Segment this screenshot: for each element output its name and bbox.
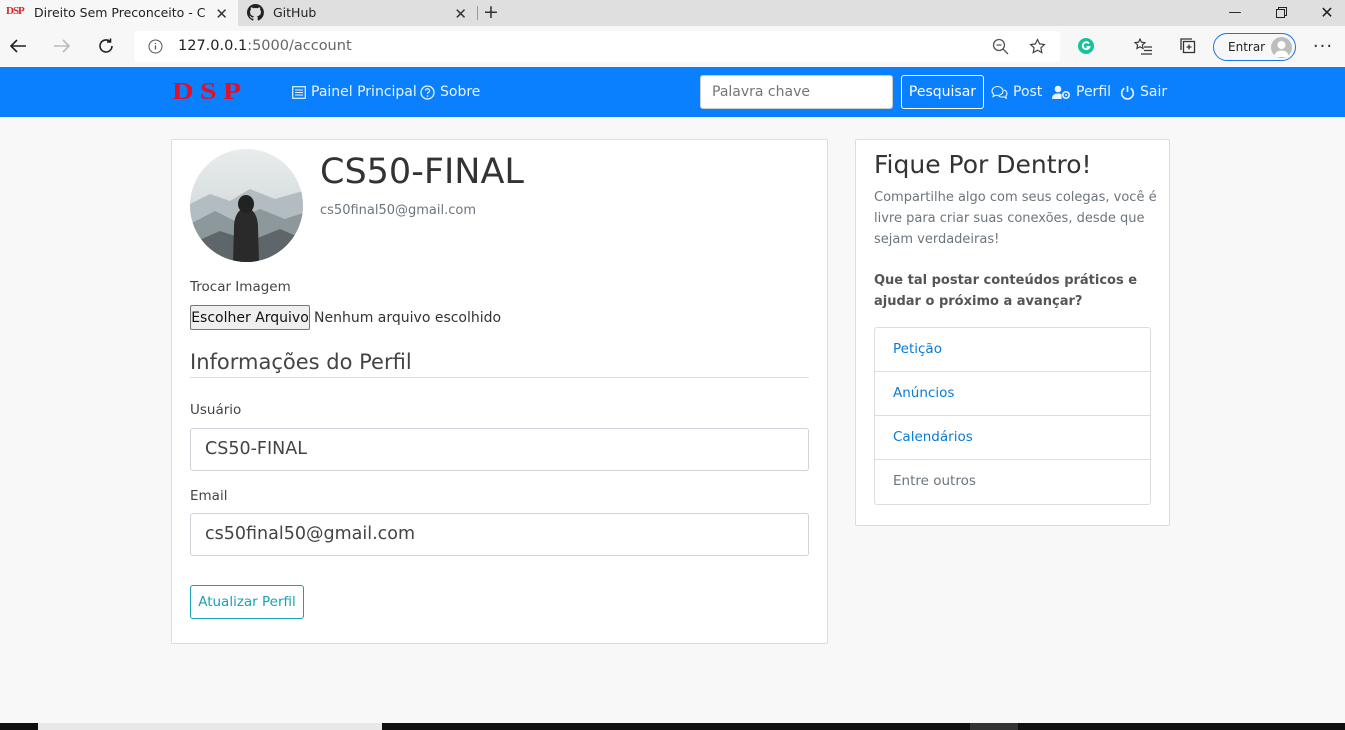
sidebar-title: Fique Por Dentro! [874,150,1092,179]
sidebar-question: Que tal postar conteúdos práticos e ajud… [874,273,1138,309]
tab-github[interactable]: GitHub ✕ [240,0,477,26]
back-icon[interactable] [8,36,28,56]
profile-avatar [190,149,303,262]
refresh-icon[interactable] [96,36,116,56]
collections-icon[interactable] [1178,36,1198,56]
sidebar-item-calendarios[interactable]: Calendários [875,416,1150,460]
file-status-text: Nenhum arquivo escolhido [314,310,502,326]
new-tab-icon[interactable]: + [483,2,499,22]
tab-divider [477,6,478,20]
sidebar-card: Fique Por Dentro! Compartilhe algo com s… [855,139,1170,526]
nav-about-link[interactable]: Sobre [420,84,480,100]
close-tab-icon[interactable]: ✕ [215,5,228,23]
email-label: Email [190,488,228,504]
email-field[interactable]: cs50final50@gmail.com [190,513,809,556]
sidebar-item-anuncios[interactable]: Anúncios [875,372,1150,416]
nav-post-link[interactable]: Post [991,84,1042,100]
comments-icon [991,85,1013,99]
favorites-icon[interactable] [1133,36,1153,56]
choose-file-button[interactable]: Escolher Arquivo [190,305,310,330]
dsp-favicon-icon: DSP [6,5,25,17]
taskbar-app[interactable] [970,723,1018,730]
restore-icon[interactable] [1258,0,1304,24]
sidebar-list: Petição Anúncios Calendários Entre outro… [874,327,1151,505]
profile-info-heading: Informações do Perfil [190,350,809,378]
tab-account[interactable]: DSP Direito Sem Preconceito - Conta ✕ [0,0,238,26]
change-image-label: Trocar Imagem [190,279,291,295]
sign-in-label: Entrar [1228,40,1266,54]
zoom-icon[interactable] [992,38,1009,55]
favorite-star-icon[interactable] [1029,38,1046,55]
url-text: 127.0.0.1:5000/account [178,38,352,54]
info-icon[interactable] [148,39,163,54]
sidebar-text: Compartilhe algo com seus colegas, você … [874,190,1157,247]
tab-title: GitHub [273,5,317,20]
site-navbar: DSP Painel Principal Sobre Pesquisar Pos… [0,67,1345,117]
update-profile-button[interactable]: Atualizar Perfil [190,585,304,619]
tab-title: Direito Sem Preconceito - Conta [34,5,206,20]
close-window-icon[interactable]: ✕ [1304,0,1345,24]
profile-avatar-icon [1271,37,1292,58]
github-icon [247,4,264,21]
username-label: Usuário [190,402,242,418]
brand-logo[interactable]: DSP [172,79,247,106]
nav-profile-link[interactable]: Perfil [1052,84,1111,100]
power-icon [1120,85,1140,100]
profile-card: CS50-FINAL cs50final50@gmail.com Trocar … [171,139,828,644]
search-button[interactable]: Pesquisar [901,75,984,109]
user-cog-icon [1052,85,1076,99]
address-bar[interactable]: 127.0.0.1:5000/account [134,31,1060,62]
taskbar-active-app[interactable] [38,723,382,730]
profile-email-text: cs50final50@gmail.com [320,203,477,218]
browser-toolbar: 127.0.0.1:5000/account Entrar ··· [0,26,1345,67]
nav-logout-link[interactable]: Sair [1120,84,1167,100]
browser-tab-bar: DSP Direito Sem Preconceito - Conta ✕ Gi… [0,0,1345,26]
search-input[interactable] [700,75,893,109]
os-taskbar [0,723,1345,730]
forward-icon[interactable] [52,36,72,56]
newspaper-icon [292,85,311,99]
question-circle-icon [420,84,440,100]
sidebar-item-entre-outros: Entre outros [893,473,976,489]
profile-username-heading: CS50-FINAL [320,152,524,192]
username-field[interactable]: CS50-FINAL [190,428,809,471]
nav-dashboard-link[interactable]: Painel Principal [292,84,417,100]
minimize-icon[interactable]: — [1212,0,1258,24]
sign-in-button[interactable]: Entrar [1213,33,1296,61]
more-options-icon[interactable]: ··· [1313,36,1333,57]
close-tab-icon[interactable]: ✕ [454,5,467,23]
grammarly-icon[interactable] [1076,36,1096,56]
sidebar-item-peticao[interactable]: Petição [875,328,1150,372]
